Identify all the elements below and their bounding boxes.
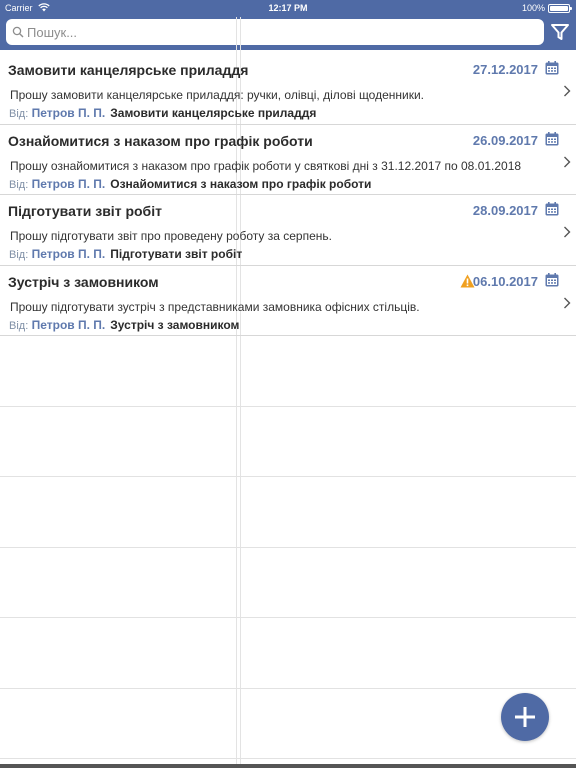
- search-bar[interactable]: [6, 19, 544, 45]
- sender-name: Петров П. П.: [31, 317, 106, 332]
- task-row[interactable]: Зустріч з замовником 06.10.2017 Прошу підг…: [0, 266, 576, 336]
- empty-list-row: [0, 407, 576, 477]
- task-title: Зустріч з замовником: [8, 273, 159, 290]
- task-row[interactable]: Замовити канцелярське приладдя 27.12.2017…: [0, 54, 576, 125]
- task-title: Підготувати звіт робіт: [8, 203, 162, 219]
- app-header: Carrier 12:17 PM 100%: [0, 0, 576, 50]
- task-date: 06.10.2017: [472, 273, 538, 289]
- filter-icon[interactable]: [550, 22, 570, 42]
- bottom-edge: [0, 764, 576, 768]
- sender-label: Від:: [9, 249, 29, 261]
- status-bar: Carrier 12:17 PM 100%: [0, 0, 576, 17]
- task-row[interactable]: Ознайомитися з наказом про графік роботи…: [0, 125, 576, 195]
- task-sender-line: Від: Петров П. П. Замовити канцелярське п…: [9, 106, 316, 120]
- sender-name: Петров П. П.: [31, 176, 106, 191]
- task-row[interactable]: Підготувати звіт робіт 28.09.2017 Прошу пі…: [0, 195, 576, 266]
- empty-list-row: [0, 477, 576, 548]
- task-subject: Підготувати звіт робіт: [110, 247, 243, 261]
- search-input[interactable]: [27, 22, 527, 42]
- chevron-right-icon: [564, 156, 571, 167]
- task-sender-line: Від: Петров П. П. Ознайомитися з наказом …: [9, 177, 371, 191]
- chevron-right-icon: [564, 85, 571, 97]
- task-description: Прошу ознайомитися з наказом про графік …: [10, 158, 522, 173]
- add-task-button[interactable]: [501, 693, 549, 741]
- task-title: Ознайомитися з наказом про графік роботи: [8, 132, 313, 149]
- task-subject: Зустріч з замовником: [110, 317, 240, 332]
- task-sender-line: Від: Петров П. П. Зустріч з замовником: [9, 318, 239, 332]
- task-description: Прошу підготувати зустріч з представника…: [10, 299, 420, 314]
- task-sender-line: Від: Петров П. П. Підготувати звіт робіт: [9, 247, 242, 261]
- plus-icon: [515, 707, 535, 727]
- chevron-right-icon: [564, 297, 571, 308]
- sender-label: Від:: [9, 178, 29, 191]
- task-title: Замовити канцелярське приладдя: [8, 62, 249, 78]
- task-description: Прошу замовити канцелярське приладдя: ру…: [10, 88, 425, 102]
- empty-list-row: [0, 689, 576, 759]
- status-time: 12:17 PM: [268, 3, 308, 13]
- sender-name: Петров П. П.: [31, 247, 106, 261]
- task-date: 27.12.2017: [472, 62, 538, 77]
- empty-list-row: [0, 618, 576, 689]
- task-date: 28.09.2017: [472, 203, 538, 218]
- calendar-icon: [545, 202, 559, 216]
- battery-percent: 100%: [521, 3, 545, 13]
- chevron-right-icon: [564, 226, 571, 238]
- task-description: Прошу підготувати звіт про проведену роб…: [10, 229, 332, 243]
- task-subject: Замовити канцелярське приладдя: [110, 106, 317, 120]
- empty-list-row: [0, 336, 576, 407]
- sender-label: Від:: [9, 108, 29, 120]
- task-list: Замовити канцелярське приладдя 27.12.2017…: [0, 54, 576, 759]
- task-date: 26.09.2017: [472, 132, 538, 148]
- search-icon: [12, 26, 24, 38]
- calendar-icon: [545, 272, 559, 286]
- task-subject: Ознайомитися з наказом про графік роботи: [110, 176, 372, 191]
- sender-label: Від:: [9, 319, 29, 332]
- calendar-icon: [545, 61, 559, 75]
- calendar-icon: [545, 131, 559, 145]
- sender-name: Петров П. П.: [31, 106, 106, 120]
- battery-icon: [548, 4, 572, 13]
- empty-list-row: [0, 548, 576, 618]
